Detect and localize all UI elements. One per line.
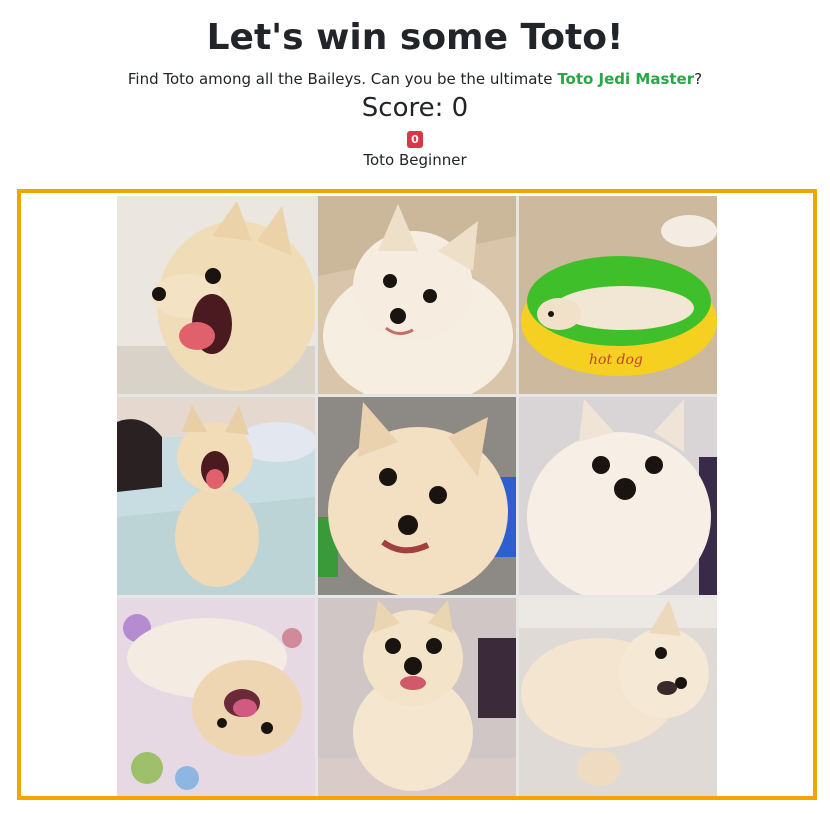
photo-tile-2[interactable] xyxy=(318,196,516,394)
dog-photo-5 xyxy=(318,397,516,595)
photo-grid: hot dog xyxy=(117,196,717,796)
dog-photo-1 xyxy=(117,196,315,394)
dog-photo-6 xyxy=(519,397,717,595)
game-board: hot dog xyxy=(17,189,817,800)
photo-tile-6[interactable] xyxy=(519,397,717,595)
header: Let's win some Toto! Find Toto among all… xyxy=(0,0,830,171)
dog-photo-7 xyxy=(117,598,315,796)
photo-tile-9[interactable] xyxy=(519,598,717,796)
score-label: Score: 0 xyxy=(361,93,469,123)
dog-photo-8 xyxy=(318,598,516,796)
dog-photo-4 xyxy=(117,397,315,595)
dog-photo-9 xyxy=(519,598,717,796)
dog-photo-2 xyxy=(318,196,516,394)
rank-label: Toto Beginner xyxy=(363,151,467,169)
dog-photo-3: hot dog xyxy=(519,196,717,394)
svg-text:hot dog: hot dog xyxy=(589,352,643,368)
photo-tile-8[interactable] xyxy=(318,598,516,796)
photo-tile-4[interactable] xyxy=(117,397,315,595)
photo-tile-5[interactable] xyxy=(318,397,516,595)
page-subtitle: Find Toto among all the Baileys. Can you… xyxy=(0,68,830,90)
score-badge: 0 xyxy=(407,131,423,148)
subtitle-accent: Toto Jedi Master xyxy=(557,70,695,88)
subtitle-suffix: ? xyxy=(694,70,703,88)
subtitle-text: Find Toto among all the Baileys. Can you… xyxy=(127,70,558,88)
photo-tile-7[interactable] xyxy=(117,598,315,796)
page-title: Let's win some Toto! xyxy=(206,17,624,58)
photo-tile-1[interactable] xyxy=(117,196,315,394)
photo-tile-3[interactable]: hot dog xyxy=(519,196,717,394)
